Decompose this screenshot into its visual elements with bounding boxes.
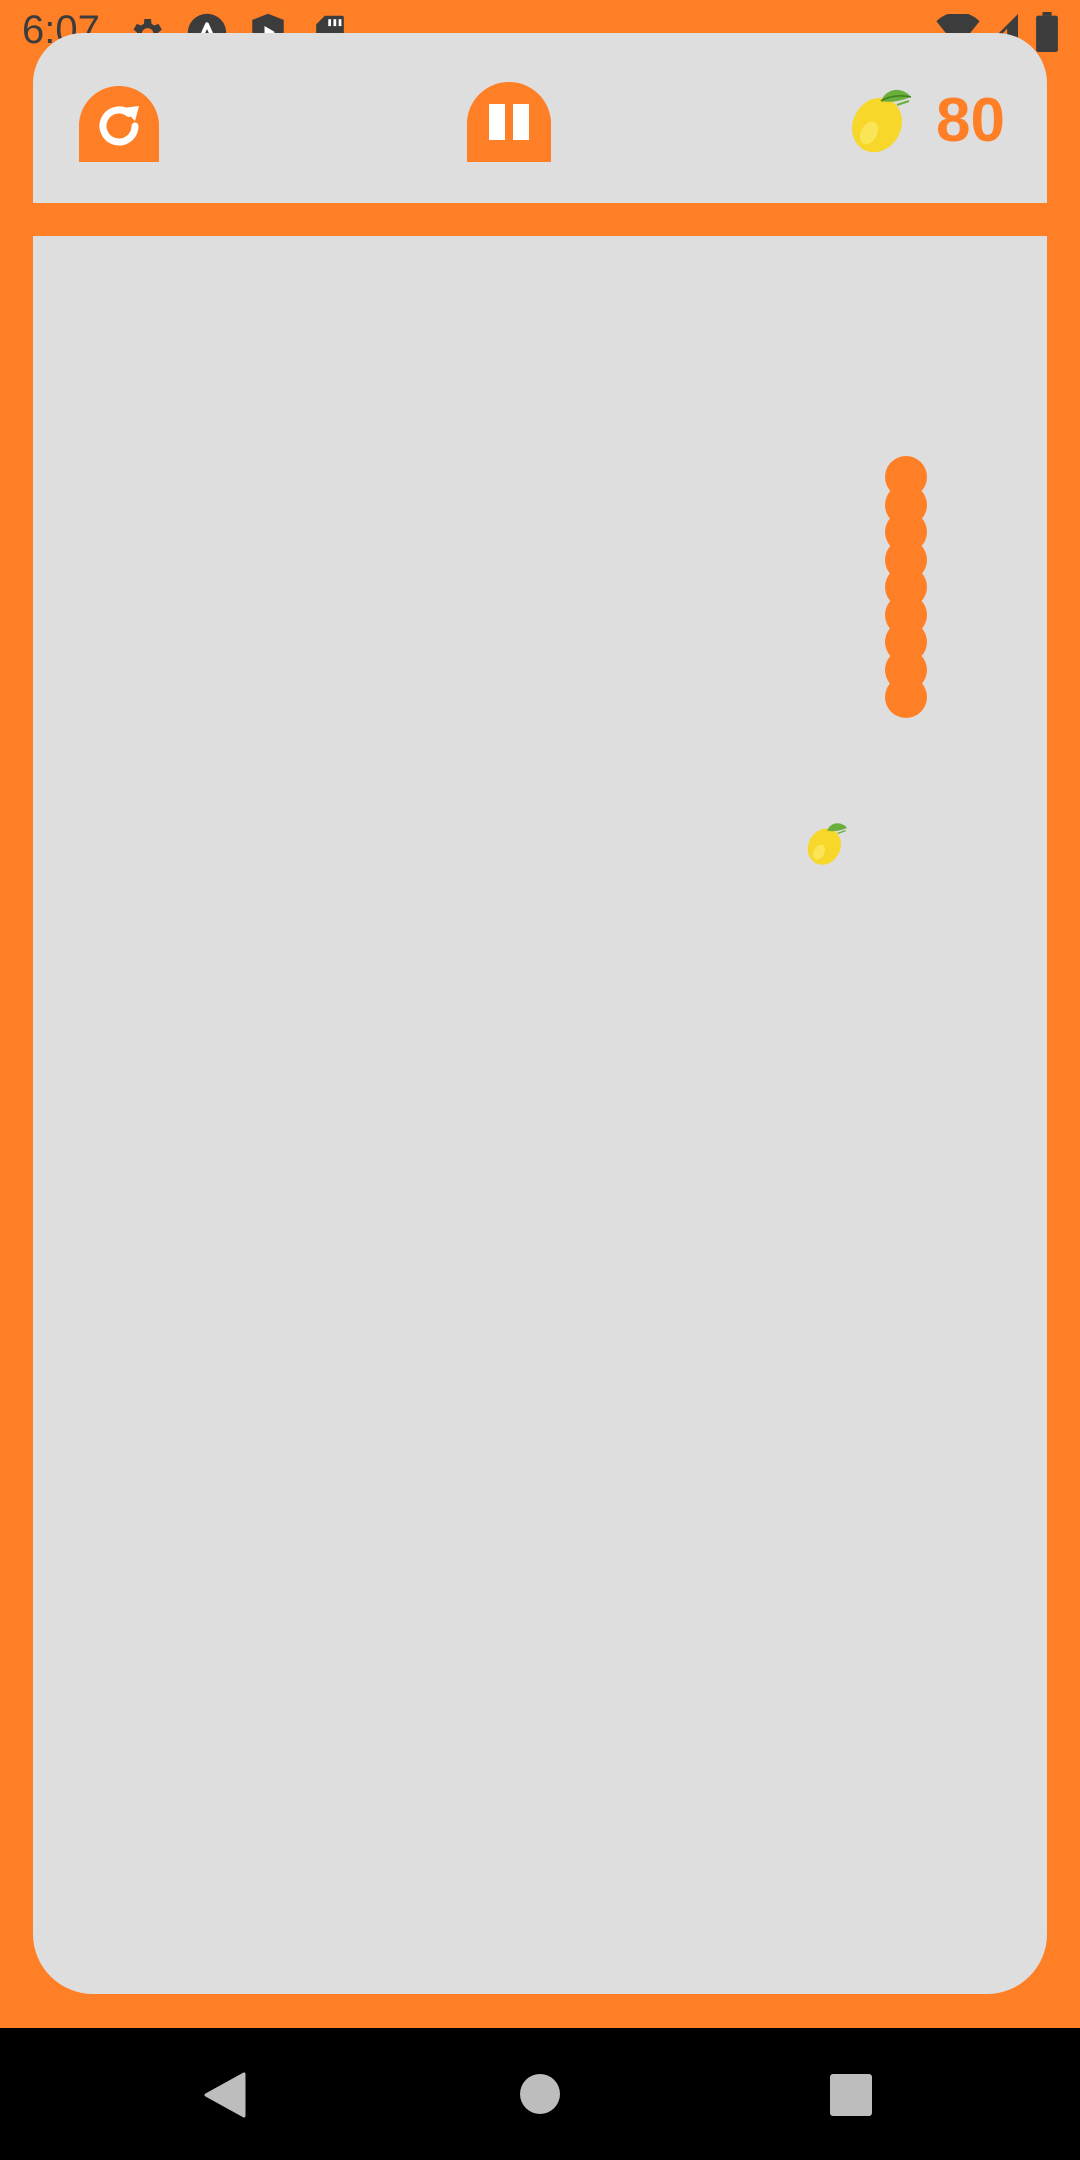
game-board[interactable] [33, 236, 1047, 1994]
food-lemon-icon [807, 823, 847, 865]
navigation-bar [0, 2028, 1080, 2160]
battery-icon [1036, 12, 1058, 52]
lemon-icon [852, 89, 912, 153]
pause-button[interactable] [467, 82, 551, 162]
snake-segment [885, 676, 927, 718]
home-icon[interactable] [519, 2073, 561, 2115]
restart-button[interactable] [79, 86, 159, 162]
pause-icon [467, 82, 551, 162]
game-header: 80 [33, 33, 1047, 203]
score-value: 80 [936, 86, 1005, 155]
recents-icon[interactable] [830, 2074, 872, 2116]
restart-icon [79, 86, 159, 162]
back-icon[interactable] [204, 2072, 246, 2118]
